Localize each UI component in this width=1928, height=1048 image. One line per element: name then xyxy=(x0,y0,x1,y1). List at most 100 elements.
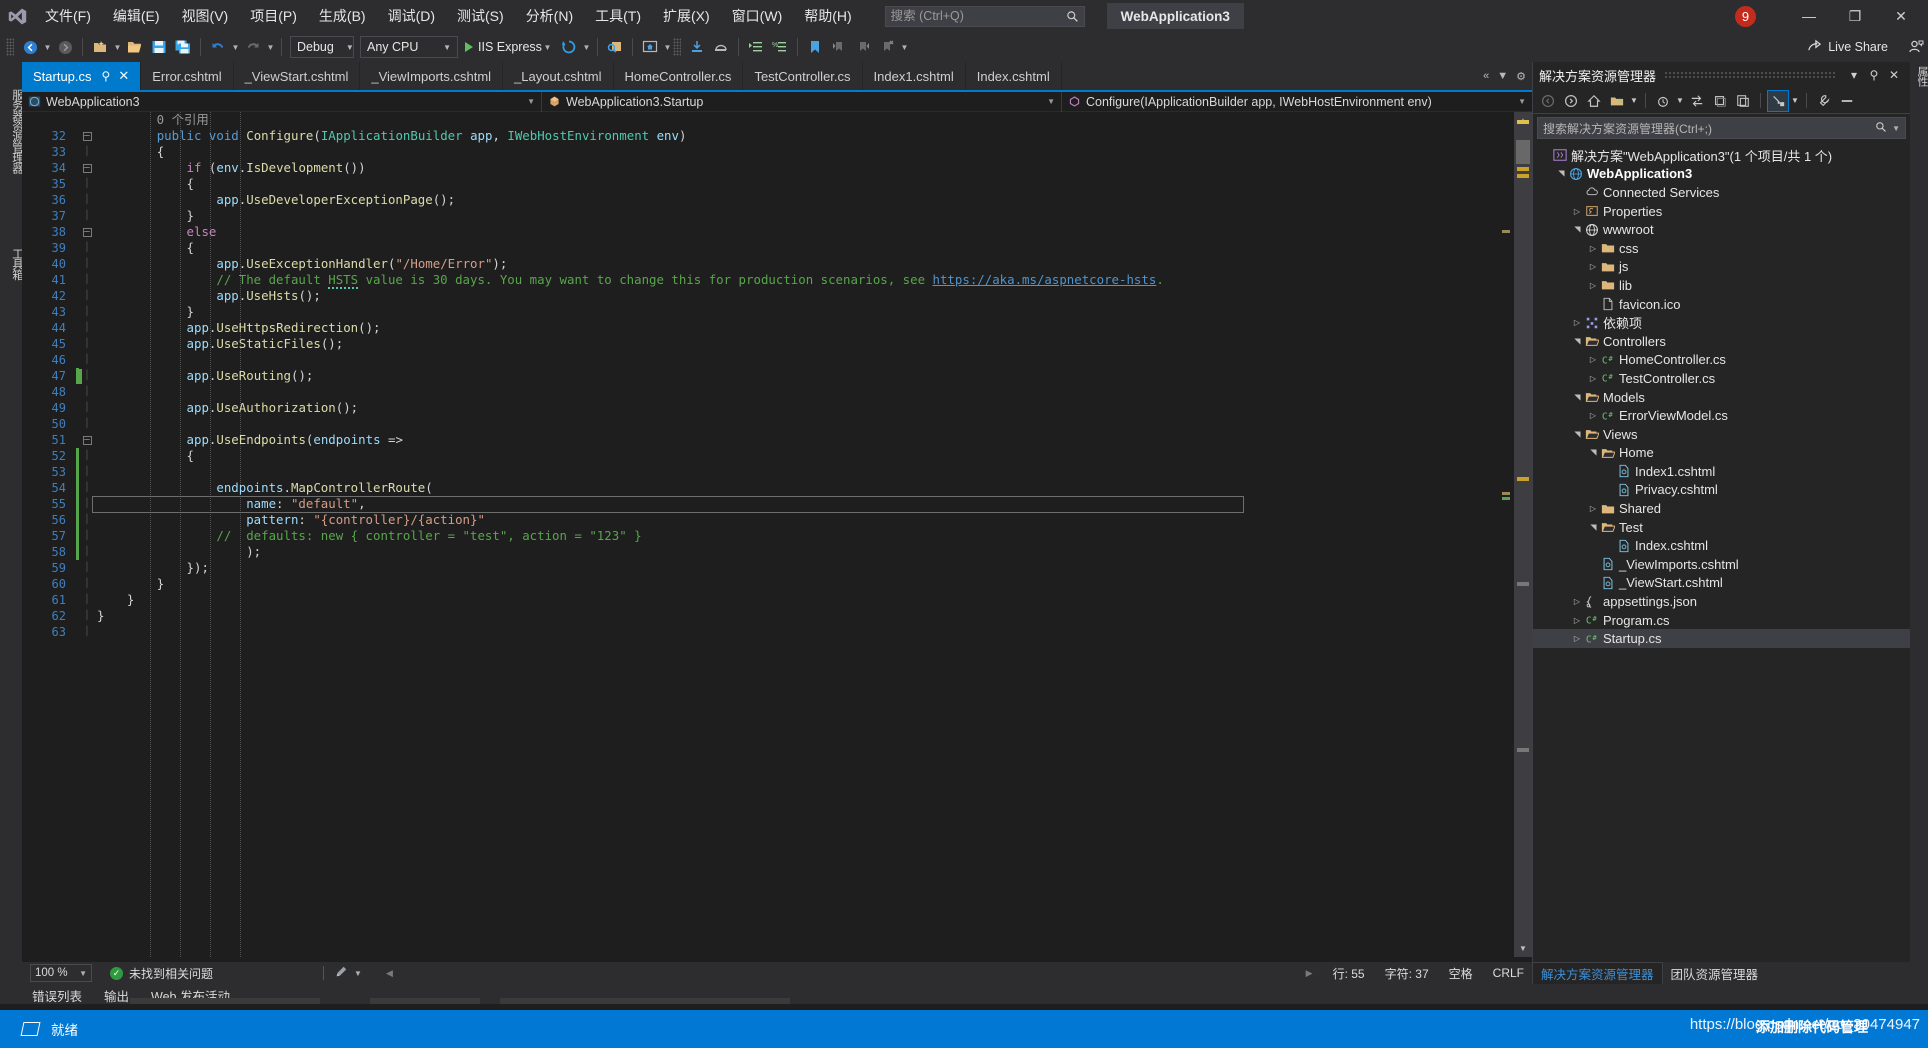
tree-node[interactable]: ▷ Shared xyxy=(1533,499,1911,518)
sync-with-active-icon[interactable] xyxy=(1686,90,1708,112)
configuration-combo[interactable]: Debug ▼ xyxy=(290,36,354,58)
browser-preview-icon[interactable] xyxy=(638,35,662,59)
chevron-right-icon[interactable]: ▷ xyxy=(1587,355,1599,364)
code-cleanup-icon[interactable] xyxy=(334,965,348,982)
tab-layout-cshtml[interactable]: _Layout.cshtml xyxy=(503,62,614,90)
hot-reload-icon[interactable] xyxy=(557,35,581,59)
code-line[interactable]: 42 │ app.UseHsts(); xyxy=(22,288,1164,304)
pin-icon[interactable]: ⚲ xyxy=(102,69,111,83)
previous-bookmark-icon[interactable] xyxy=(827,35,851,59)
code-line[interactable]: 45 │ app.UseStaticFiles(); xyxy=(22,336,1164,352)
collapse-all-icon[interactable] xyxy=(1732,90,1754,112)
chevron-right-icon[interactable]: ▷ xyxy=(1587,504,1599,513)
gear-icon[interactable]: ⚙ xyxy=(1516,70,1526,83)
tree-node[interactable]: ▷ C # Startup.cs xyxy=(1533,629,1911,649)
step-over-icon[interactable] xyxy=(709,35,733,59)
code-line[interactable]: 62 │} xyxy=(22,608,1164,624)
show-all-files-icon[interactable] xyxy=(1606,90,1628,112)
status-expand-icon[interactable]: ▶ xyxy=(1306,968,1313,979)
tree-node[interactable]: ▷ appsettings.json xyxy=(1533,592,1911,611)
save-all-icon[interactable] xyxy=(171,35,195,59)
code-line[interactable]: 32– public void Configure(IApplicationBu… xyxy=(22,128,1164,144)
search-input[interactable] xyxy=(890,9,1061,23)
undo-dropdown-icon[interactable]: ▼ xyxy=(230,35,241,59)
code-line[interactable]: 37 │ } xyxy=(22,208,1164,224)
tree-node[interactable]: ▷ js xyxy=(1533,258,1911,277)
pending-changes-dropdown-icon[interactable]: ▼ xyxy=(1675,90,1685,112)
code-line[interactable]: 40 │ app.UseExceptionHandler("/Home/Error… xyxy=(22,256,1164,272)
tree-node[interactable]: ◢ Controllers xyxy=(1533,332,1911,351)
code-line[interactable]: 35 │ { xyxy=(22,176,1164,192)
search-icon[interactable] xyxy=(1875,121,1887,136)
tab-homecontroller-cs[interactable]: HomeController.cs xyxy=(613,62,744,90)
new-project-icon[interactable] xyxy=(88,35,112,59)
close-icon[interactable]: ✕ xyxy=(118,68,129,84)
notification-badge[interactable]: 9 xyxy=(1735,5,1756,27)
menu-project[interactable]: 项目(P) xyxy=(239,0,308,32)
platform-combo[interactable]: Any CPU ▼ xyxy=(360,36,458,58)
chevron-right-icon[interactable]: ▷ xyxy=(1571,616,1583,625)
tab-startup-cs[interactable]: Startup.cs ⚲ ✕ xyxy=(22,62,142,90)
tree-node[interactable]: Privacy.cshtml xyxy=(1533,481,1911,500)
code-line[interactable]: 63 │ xyxy=(22,624,1164,640)
chevron-right-icon[interactable]: ▷ xyxy=(1587,281,1599,290)
code-line[interactable]: 51– app.UseEndpoints(endpoints => xyxy=(22,432,1164,448)
code-line[interactable]: 38– else xyxy=(22,224,1164,240)
fold-indicator[interactable]: – xyxy=(79,224,95,240)
code-line[interactable]: 34– if (env.IsDevelopment()) xyxy=(22,160,1164,176)
chevron-down-icon[interactable]: ◢ xyxy=(1573,428,1582,440)
navigate-backward-icon[interactable] xyxy=(18,35,42,59)
undo-icon[interactable] xyxy=(206,35,230,59)
live-share-button[interactable]: Live Share xyxy=(1799,35,1896,59)
footer-tab-team-explorer[interactable]: 团队资源管理器 xyxy=(1663,962,1767,984)
chevron-down-icon[interactable]: ◢ xyxy=(1557,168,1566,180)
tree-node[interactable]: _ViewStart.cshtml xyxy=(1533,574,1911,593)
server-explorer-tab[interactable]: 服务器资源管理器 xyxy=(0,64,23,194)
next-bookmark-icon[interactable] xyxy=(851,35,875,59)
step-into-icon[interactable] xyxy=(685,35,709,59)
redo-dropdown-icon[interactable]: ▼ xyxy=(265,35,276,59)
code-line[interactable]: 59 │ }); xyxy=(22,560,1164,576)
show-all-files-dropdown-icon[interactable]: ▼ xyxy=(1629,90,1639,112)
chevron-down-icon[interactable]: ◢ xyxy=(1573,391,1582,403)
tree-node[interactable]: ▷ C # HomeController.cs xyxy=(1533,351,1911,370)
chevron-right-icon[interactable]: ▷ xyxy=(1571,207,1583,216)
code-line[interactable]: 50 │ xyxy=(22,416,1164,432)
back-icon[interactable] xyxy=(1537,90,1559,112)
chevron-down-icon[interactable]: ◢ xyxy=(1589,521,1598,533)
search-options-dropdown-icon[interactable]: ▼ xyxy=(1892,124,1900,133)
tree-node[interactable]: ◢ Test xyxy=(1533,518,1911,537)
tree-node[interactable]: ▷ 依赖项 xyxy=(1533,313,1911,332)
start-debug-button[interactable]: IIS Express ▼ xyxy=(461,35,557,59)
run-target-dropdown-icon[interactable]: ▼ xyxy=(542,35,553,59)
code-cleanup-dropdown-icon[interactable]: ▼ xyxy=(354,969,362,978)
toolbox-tab[interactable]: 工具箱 xyxy=(0,232,23,292)
fold-indicator[interactable]: – xyxy=(79,160,95,176)
code-line[interactable]: 54 │ endpoints.MapControllerRoute( xyxy=(22,480,1164,496)
chevron-right-icon[interactable]: ▷ xyxy=(1587,411,1599,420)
code-line[interactable]: 60 │ } xyxy=(22,576,1164,592)
navbar-project-dropdown[interactable]: WebApplication3 ▼ xyxy=(22,91,542,112)
tree-node[interactable]: ◢ Models xyxy=(1533,388,1911,407)
close-button[interactable]: ✕ xyxy=(1878,0,1924,32)
browser-preview-dropdown-icon[interactable]: ▼ xyxy=(662,35,673,59)
account-icon[interactable] xyxy=(1904,35,1928,59)
tab-index-cshtml[interactable]: Index.cshtml xyxy=(965,62,1062,90)
toolbar-grip[interactable] xyxy=(6,38,14,56)
search-in-files-icon[interactable] xyxy=(603,35,627,59)
chevron-down-icon[interactable]: ◢ xyxy=(1573,224,1582,236)
navigate-backward-dropdown-icon[interactable]: ▼ xyxy=(42,35,53,59)
chevron-right-icon[interactable]: ▷ xyxy=(1587,374,1599,383)
menu-test[interactable]: 测试(S) xyxy=(446,0,515,32)
code-line[interactable]: 33 │ { xyxy=(22,144,1164,160)
code-line[interactable]: 44 │ app.UseHttpsRedirection(); xyxy=(22,320,1164,336)
tree-node[interactable]: ◢ Views xyxy=(1533,425,1911,444)
code-line[interactable]: 52 │ { xyxy=(22,448,1164,464)
menu-help[interactable]: 帮助(H) xyxy=(793,0,862,32)
clear-bookmarks-icon[interactable] xyxy=(875,35,899,59)
bookmark-icon[interactable] xyxy=(803,35,827,59)
chevron-right-icon[interactable]: ▷ xyxy=(1571,597,1583,606)
code-line[interactable]: 61 │ } xyxy=(22,592,1164,608)
solution-explorer-search[interactable]: 搜索解决方案资源管理器(Ctrl+;) ▼ xyxy=(1537,117,1906,139)
tab-error-cshtml[interactable]: Error.cshtml xyxy=(141,62,234,90)
